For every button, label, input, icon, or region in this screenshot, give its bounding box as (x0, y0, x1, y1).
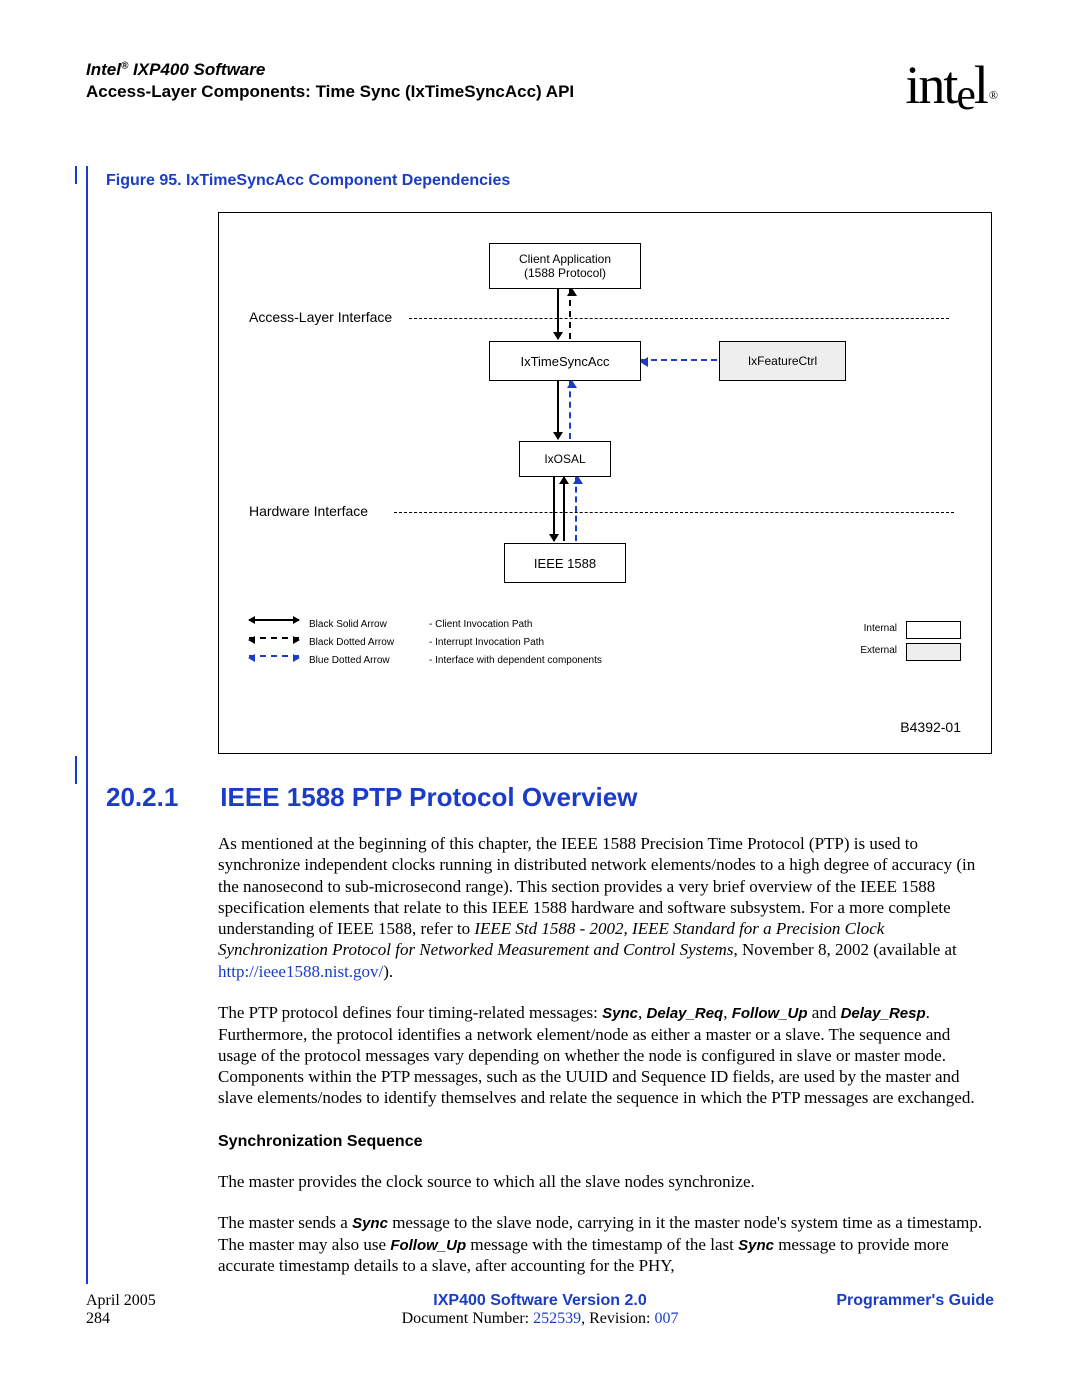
dependency-diagram: Client Application (1588 Protocol) IxTim… (218, 212, 992, 754)
diagram-node-osal: IxOSAL (519, 441, 611, 477)
paragraph: As mentioned at the beginning of this ch… (218, 833, 988, 982)
legend-arrow-blue (249, 655, 299, 657)
diagram-text: (1588 Protocol) (524, 266, 606, 280)
footer-doc-number: 252539 (533, 1310, 581, 1327)
arrow-icon (557, 381, 559, 439)
text: , (723, 1003, 732, 1022)
header-text: Intel® IXP400 Software Access-Layer Comp… (86, 60, 574, 102)
footer-right: Programmer's Guide (836, 1292, 994, 1310)
legend-text: Blue Dotted Arrow (309, 653, 429, 668)
legend-text: - Interrupt Invocation Path (429, 635, 669, 650)
diagram-divider (394, 512, 954, 513)
msg-delay-req: Delay_Req (647, 1005, 724, 1022)
legend-box-external (906, 643, 961, 661)
arrow-icon (575, 477, 577, 541)
paragraph: The master sends a Sync message to the s… (218, 1212, 988, 1277)
section-heading: 20.2.1 IEEE 1588 PTP Protocol Overview (106, 782, 994, 813)
msg-delay-resp: Delay_Resp (841, 1005, 926, 1022)
intel-logo: intel® (905, 54, 994, 116)
legend-text: - Interface with dependent components (429, 653, 669, 668)
diagram-label-hardware: Hardware Interface (249, 503, 368, 519)
change-bar-marker (75, 756, 77, 784)
link-nist[interactable]: http://ieee1588.nist.gov/ (218, 962, 383, 981)
logo-reg: ® (989, 88, 996, 102)
figure-caption: Figure 95. IxTimeSyncAcc Component Depen… (106, 172, 994, 190)
legend-arrow-dotted (249, 637, 299, 639)
logo-part: l (974, 55, 987, 115)
section-number: 20.2.1 (106, 782, 178, 813)
logo-part: int (905, 55, 956, 115)
diagram-divider (409, 318, 949, 319)
arrow-icon (553, 477, 555, 541)
section-title: IEEE 1588 PTP Protocol Overview (220, 782, 637, 813)
text: and (808, 1003, 841, 1022)
paragraph: The master provides the clock source to … (218, 1171, 988, 1192)
text: ). (383, 962, 393, 981)
footer-doc-label: Document Number: (402, 1310, 534, 1327)
text: message with the timestamp of the last (466, 1235, 738, 1254)
msg-sync: Sync (352, 1215, 388, 1232)
arrow-icon (563, 477, 565, 541)
arrow-icon (569, 381, 571, 439)
text: The PTP protocol defines four timing-rel… (218, 1003, 602, 1022)
msg-sync: Sync (738, 1237, 774, 1254)
page-content: Intel ® IXP400 Software Access-Layer Comp… (86, 60, 994, 1277)
text: , November 8, 2002 (available at (733, 940, 956, 959)
diagram-text: Client Application (519, 252, 611, 266)
page-header: Intel ® IXP400 Software Access-Layer Comp… (86, 60, 994, 122)
legend-text: Black Solid Arrow (309, 617, 429, 632)
footer-rev-label: , Revision: (581, 1310, 654, 1327)
legend-text: - Client Invocation Path (429, 617, 669, 632)
diagram-legend-boxes (906, 621, 961, 665)
diagram-node-feature: IxFeatureCtrl (719, 341, 846, 381)
arrow-icon (641, 359, 717, 361)
diagram-code: B4392-01 (900, 719, 961, 735)
diagram-legend-arrows: Black Solid Arrow - Client Invocation Pa… (249, 617, 669, 671)
footer-version: IXP400 Software Version 2.0 (433, 1292, 646, 1309)
legend-label-external: External (860, 645, 897, 656)
msg-follow-up: Follow_Up (732, 1005, 808, 1022)
msg-follow-up: Follow_Up (390, 1237, 466, 1254)
header-chapter: Access-Layer Components: Time Sync (IxTi… (86, 82, 574, 102)
diagram-node-sync: IxTimeSyncAcc (489, 341, 641, 381)
arrow-icon (557, 289, 559, 339)
diagram-label-access-layer: Access-Layer Interface (249, 309, 392, 325)
header-product: Intel (86, 60, 121, 79)
logo-part: e (956, 70, 974, 119)
text: The master sends a (218, 1213, 352, 1232)
paragraph: The PTP protocol defines four timing-rel… (218, 1002, 988, 1109)
diagram-node-ieee: IEEE 1588 (504, 543, 626, 583)
header-product-suffix: IXP400 Software (128, 60, 265, 79)
arrow-icon (569, 289, 571, 339)
legend-label-internal: Internal (864, 623, 897, 634)
change-bar-marker (75, 166, 77, 184)
subheading-sync-sequence: Synchronization Sequence (218, 1133, 994, 1151)
legend-text: Black Dotted Arrow (309, 635, 429, 650)
text: , (638, 1003, 647, 1022)
legend-arrow-solid (249, 619, 299, 621)
legend-box-internal (906, 621, 961, 639)
msg-sync: Sync (602, 1005, 638, 1022)
footer-revision: 007 (654, 1310, 678, 1327)
diagram-node-client: Client Application (1588 Protocol) (489, 243, 641, 289)
